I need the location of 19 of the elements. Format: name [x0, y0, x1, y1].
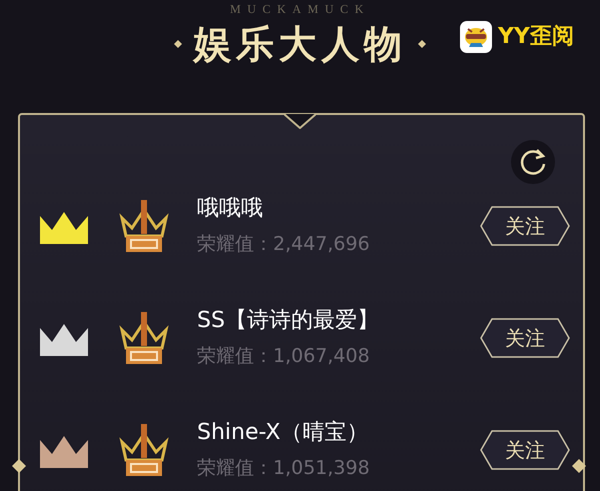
user-name: Shine-X（晴宝）: [197, 419, 370, 447]
crown-badge-icon: [118, 422, 170, 478]
page-title: 娱乐大人物: [194, 22, 406, 66]
diamond-icon: [418, 40, 426, 48]
user-name: SS【诗诗的最爱】: [197, 307, 380, 335]
score-text: 荣耀值：2,447,696: [197, 232, 371, 257]
user-name: 哦哦哦: [197, 195, 264, 223]
diamond-icon: [572, 459, 586, 473]
score-text: 荣耀值：1,051,398: [197, 456, 371, 481]
score-text: 荣耀值：1,067,408: [197, 344, 371, 369]
diamond-icon: [174, 40, 182, 48]
subtitle: MUCKAMUCK: [230, 2, 370, 16]
notch-icon: [284, 113, 316, 129]
raccoon-icon: [460, 20, 492, 52]
logo-text: YY歪阅: [498, 23, 574, 51]
refresh-icon: [518, 147, 548, 177]
crown-badge-icon: [118, 198, 170, 254]
crown-badge-icon: [118, 310, 170, 366]
diamond-icon: [12, 459, 26, 473]
